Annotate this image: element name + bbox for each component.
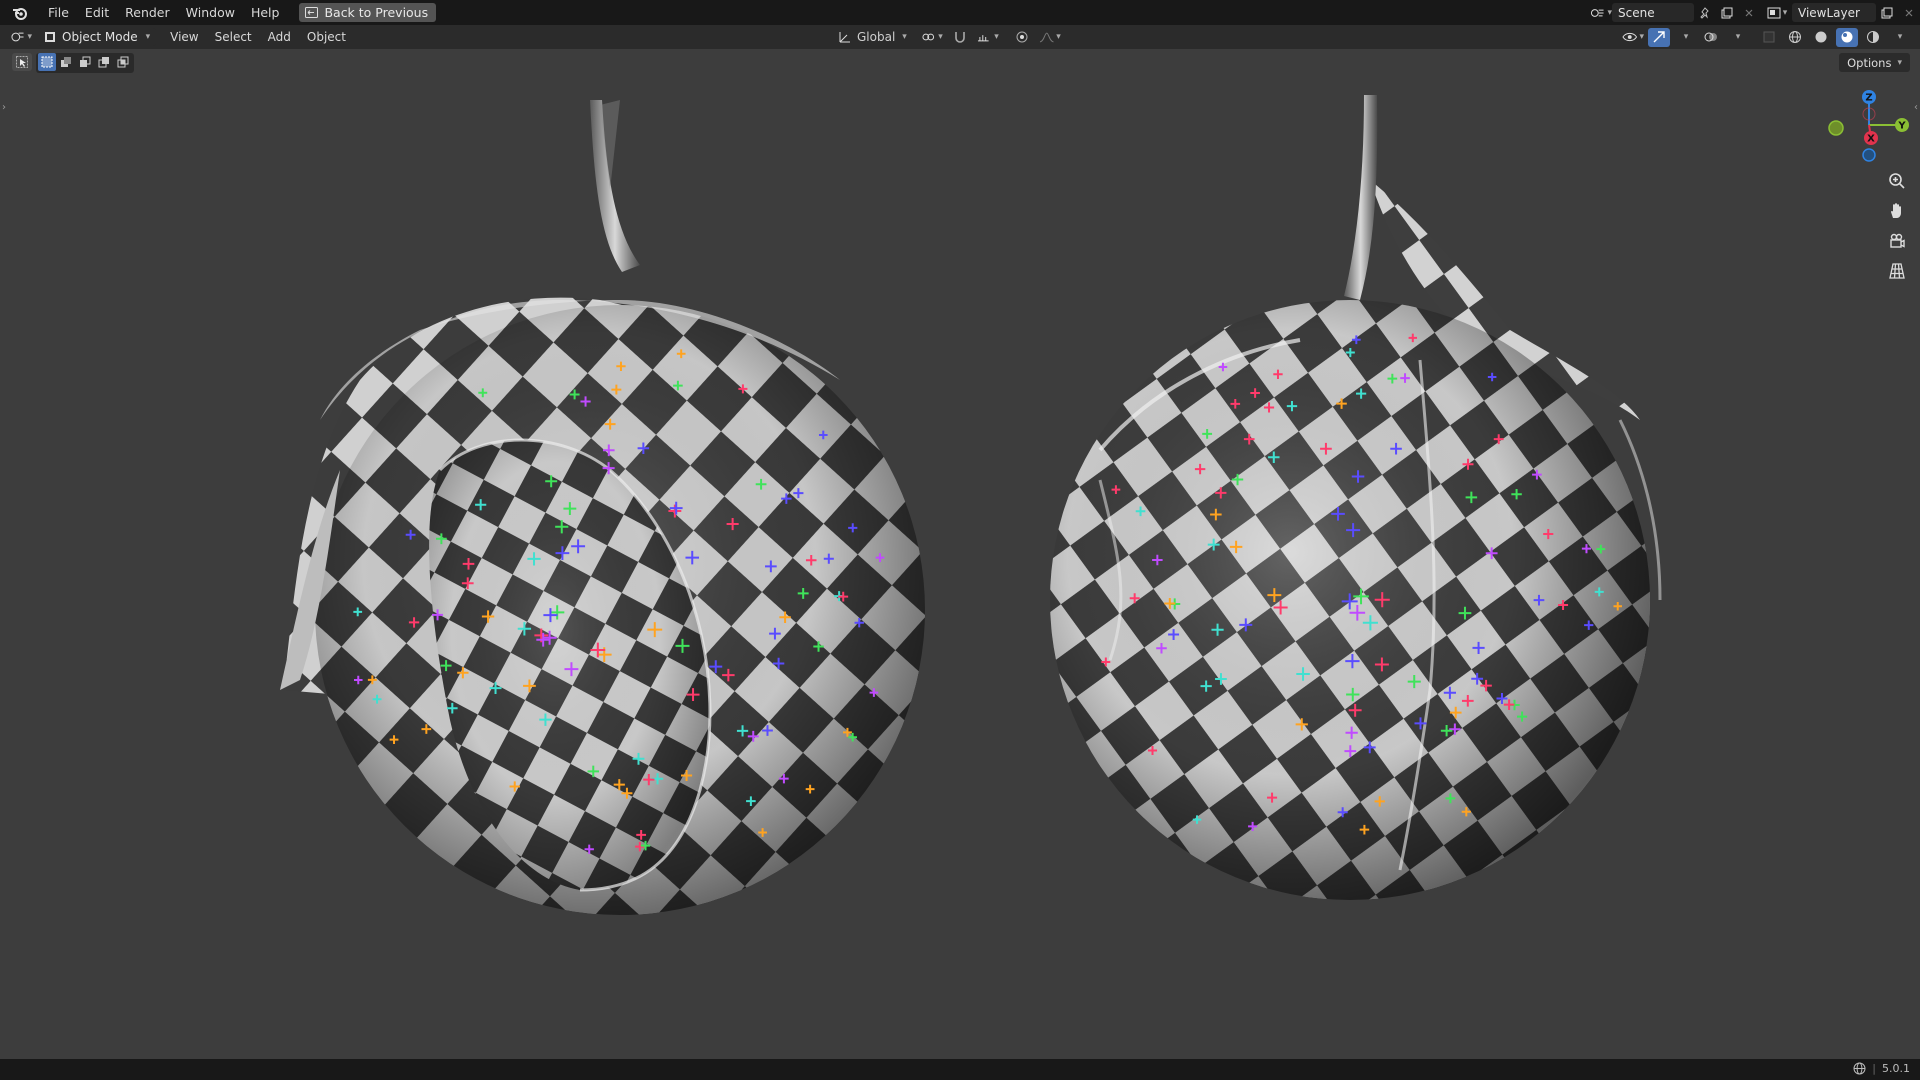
proportional-editing-icon[interactable] [1011, 28, 1033, 47]
overlays-dropdown-icon[interactable]: ▾ [1726, 28, 1748, 47]
gizmo-dropdown-icon[interactable]: ▾ [1674, 28, 1696, 47]
network-globe-icon [1853, 1062, 1866, 1075]
delete-view-layer-icon[interactable] [1898, 3, 1920, 22]
perspective-ortho-grid-icon[interactable] [1884, 258, 1910, 284]
overlays-toggle-icon[interactable] [1700, 28, 1722, 47]
viewport-header: ▾ Object Mode ▾ View Select Add Object G… [0, 25, 1920, 49]
right-fruit-model[interactable] [1050, 95, 1662, 900]
y-axis-label: Y [1897, 121, 1906, 132]
new-scene-icon[interactable] [1716, 3, 1738, 22]
orientation-label: Global [857, 30, 896, 44]
screen-back-icon [305, 7, 319, 18]
visibility-selectability-icon[interactable]: ▾ [1622, 28, 1644, 47]
proportional-falloff-icon[interactable]: ▾ [1039, 28, 1061, 47]
zoom-view-icon[interactable] [1884, 168, 1910, 194]
scene-name-field[interactable]: Scene [1612, 3, 1694, 22]
pan-view-hand-icon[interactable] [1884, 198, 1910, 224]
view-layer-browse-icon[interactable]: ▾ [1766, 3, 1788, 22]
header-center-group: Global ▾ ▾ ▾ ▾ [838, 25, 1061, 49]
wireframe-shading-icon[interactable] [1784, 28, 1806, 47]
mode-label: Object Mode [62, 30, 138, 44]
shading-dropdown-icon[interactable]: ▾ [1888, 28, 1910, 47]
camera-view-icon[interactable] [1884, 228, 1910, 254]
neg-y-axis-handle[interactable] [1828, 120, 1844, 136]
toolbar-expand-arrow-icon[interactable]: › [2, 102, 6, 113]
viewport-canvas [280, 95, 1662, 915]
snap-target-icon[interactable]: ▾ [977, 28, 999, 47]
view-layer-name: ViewLayer [1798, 5, 1860, 20]
neg-z-axis-handle[interactable] [1862, 148, 1876, 162]
material-preview-shading-icon[interactable] [1836, 27, 1858, 47]
version-info: | 5.0.1 [1853, 1062, 1910, 1075]
transform-orientation-dropdown[interactable]: Global ▾ [838, 30, 907, 44]
status-bar: | 5.0.1 [0, 1059, 1920, 1080]
menu-window[interactable]: Window [178, 0, 243, 25]
z-axis-label: Z [1865, 93, 1872, 104]
view-layer-name-field[interactable]: ViewLayer [1792, 3, 1876, 22]
object-mode-dropdown[interactable]: Object Mode ▾ [38, 28, 157, 46]
scene-pin-icon[interactable] [1694, 3, 1716, 22]
orientation-axes-icon [839, 32, 850, 43]
left-fruit-model[interactable] [280, 100, 925, 915]
scene-browse-icon[interactable]: ▾ [1590, 3, 1612, 22]
back-to-previous-label: Back to Previous [324, 5, 429, 20]
show-gizmo-toggle-icon[interactable] [1648, 27, 1670, 47]
version-label: 5.0.1 [1882, 1062, 1910, 1075]
header-menu-add[interactable]: Add [260, 30, 299, 44]
menu-render[interactable]: Render [117, 0, 178, 25]
header-menu-select[interactable]: Select [207, 30, 260, 44]
scene-name: Scene [1618, 5, 1655, 20]
object-mode-icon [45, 32, 55, 42]
header-menu-object[interactable]: Object [299, 30, 354, 44]
header-right-group: ▾ ▾ ▾ ▾ [1622, 25, 1910, 49]
new-view-layer-icon[interactable] [1876, 3, 1898, 22]
back-to-previous-button[interactable]: Back to Previous [299, 3, 437, 22]
right-fruit-stem [1344, 95, 1378, 300]
snap-toggle-icon[interactable] [949, 28, 971, 47]
menu-file[interactable]: File [40, 0, 77, 25]
rendered-shading-icon[interactable] [1862, 28, 1884, 47]
editor-type-icon[interactable]: ▾ [10, 28, 32, 47]
blender-logo-icon[interactable] [0, 6, 40, 20]
delete-scene-icon[interactable] [1738, 3, 1760, 22]
3d-viewport[interactable] [0, 49, 1920, 1059]
menu-edit[interactable]: Edit [77, 0, 117, 25]
top-menu-bar: File Edit Render Window Help Back to Pre… [0, 0, 1920, 25]
menu-help[interactable]: Help [243, 0, 288, 25]
topbar-right-group: ▾ Scene ▾ ViewLayer [1590, 0, 1920, 25]
navigation-gizmo[interactable]: Z Y X [1825, 85, 1915, 165]
pivot-point-icon[interactable]: ▾ [921, 28, 943, 47]
solid-shading-icon[interactable] [1810, 28, 1832, 47]
x-axis-label: X [1867, 134, 1875, 145]
xray-toggle-icon[interactable] [1758, 28, 1780, 47]
header-menu-view[interactable]: View [162, 30, 206, 44]
status-separator: | [1872, 1062, 1876, 1075]
